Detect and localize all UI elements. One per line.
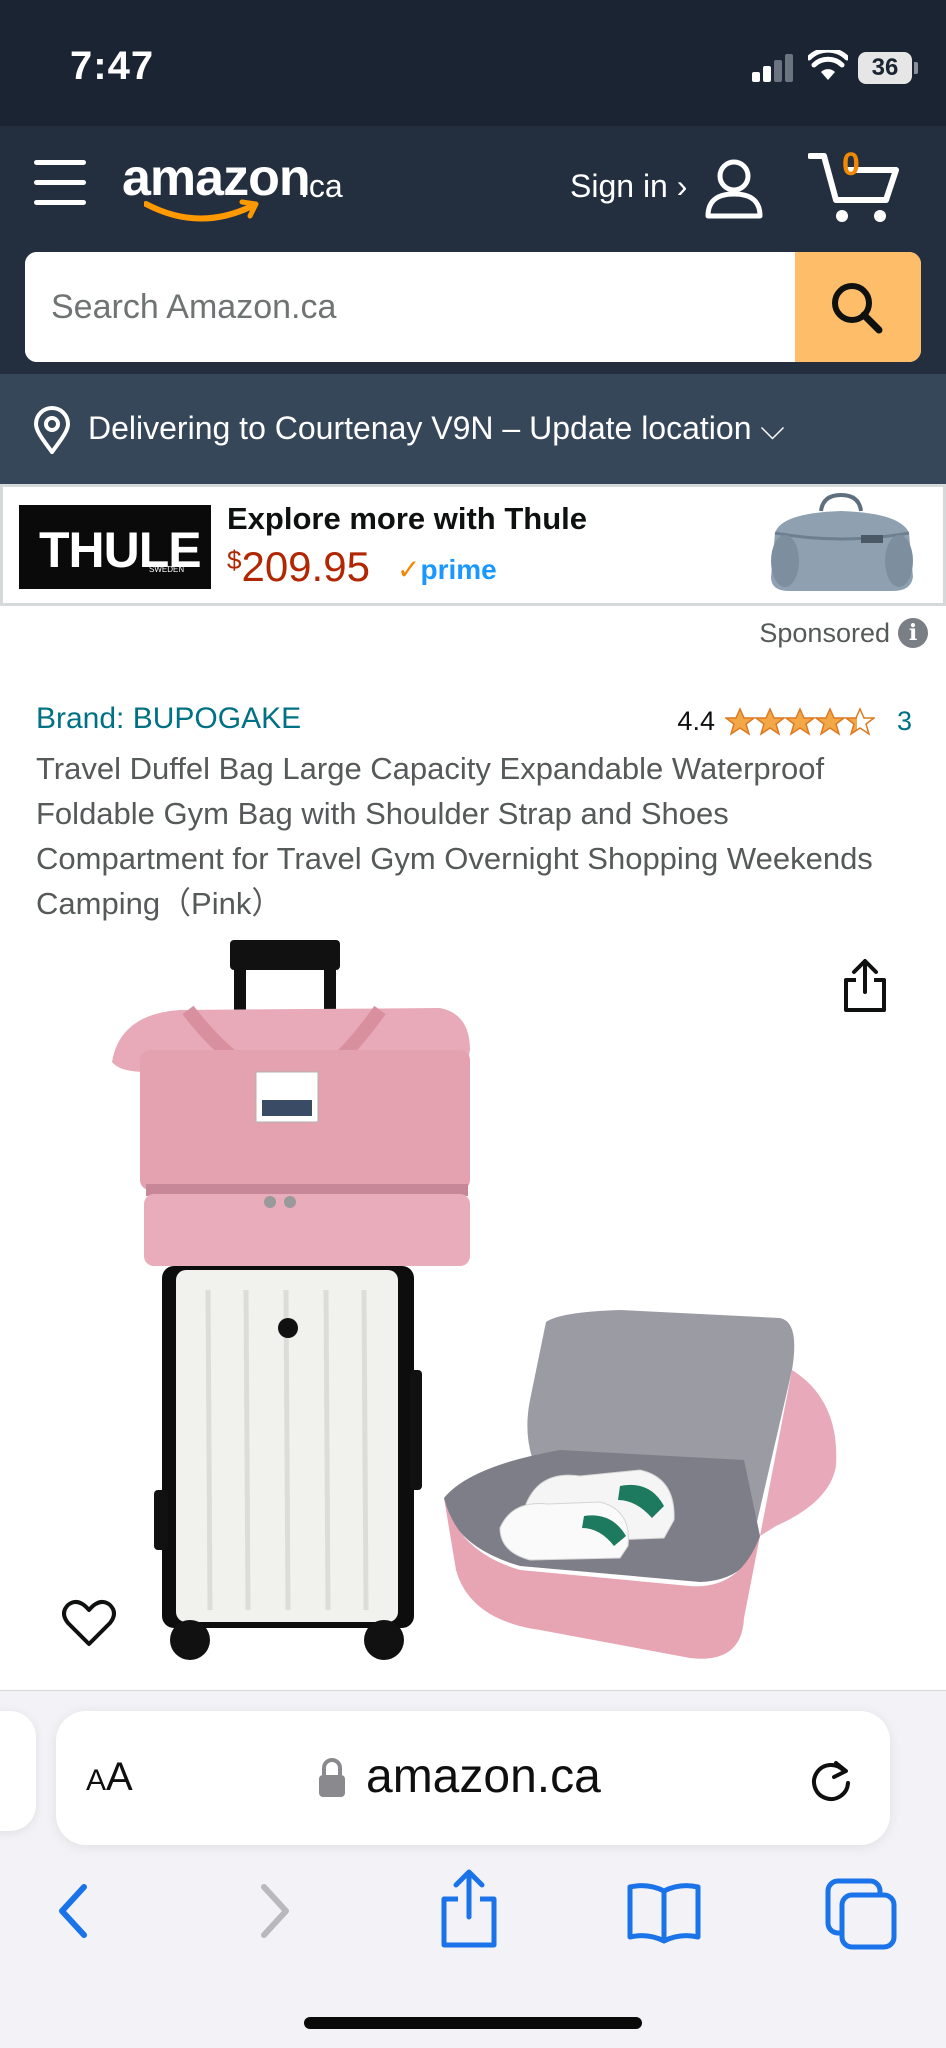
search-input[interactable] bbox=[25, 252, 795, 362]
battery-indicator: 36 bbox=[858, 52, 918, 84]
product-title: Travel Duffel Bag Large Capacity Expanda… bbox=[36, 751, 873, 921]
lock-icon bbox=[319, 1758, 345, 1797]
thule-logo-subtext: SWEDEN bbox=[149, 565, 185, 574]
amazon-header: amazon .ca Sign in › 0 bbox=[0, 126, 946, 374]
url-text: amazon.ca bbox=[366, 1750, 601, 1803]
info-icon[interactable]: i bbox=[898, 618, 928, 648]
star-icon bbox=[844, 706, 875, 736]
thule-logo: THULE SWEDEN bbox=[19, 505, 211, 589]
logo-smile-icon bbox=[144, 199, 259, 222]
ad-price-symbol: $ bbox=[227, 545, 242, 575]
sponsored-label[interactable]: Sponsored i bbox=[759, 618, 928, 649]
bookmarks-icon[interactable] bbox=[624, 1861, 704, 1961]
ad-duffel-bag-image bbox=[771, 492, 913, 591]
reload-icon[interactable] bbox=[806, 1755, 856, 1805]
rating-value: 4.4 bbox=[677, 706, 715, 736]
forward-icon[interactable] bbox=[250, 1861, 300, 1961]
safari-bottom-bar: AA amazon.ca bbox=[0, 1690, 946, 2048]
product-brand-link[interactable]: Brand: BUPOGAKE bbox=[36, 702, 301, 736]
previous-tab-preview[interactable] bbox=[0, 1711, 36, 1831]
heart-wishlist-icon[interactable] bbox=[62, 1598, 116, 1648]
share-icon[interactable] bbox=[842, 958, 888, 1014]
delivery-location-bar[interactable]: Delivering to Courtenay V9N – Update loc… bbox=[0, 374, 946, 484]
location-pin-icon bbox=[33, 406, 71, 454]
page-settings-button[interactable]: AA bbox=[86, 1755, 133, 1800]
home-indicator bbox=[304, 2017, 642, 2029]
prime-label: prime bbox=[420, 554, 497, 585]
prime-badge: ✓prime bbox=[397, 553, 497, 586]
tabs-icon[interactable] bbox=[824, 1861, 900, 1961]
cart-count-badge: 0 bbox=[842, 146, 860, 182]
product-image[interactable] bbox=[0, 930, 946, 1692]
share-page-icon[interactable] bbox=[436, 1861, 502, 1961]
user-account-icon[interactable] bbox=[702, 156, 766, 220]
star-icon bbox=[784, 706, 815, 736]
wifi-icon bbox=[808, 50, 848, 80]
aa-small: A bbox=[86, 1764, 107, 1797]
ad-price: $209.95 bbox=[227, 543, 370, 591]
sponsored-ad-banner[interactable]: THULE SWEDEN Explore more with Thule $20… bbox=[0, 484, 946, 606]
star-icon bbox=[814, 706, 845, 736]
hamburger-menu-icon[interactable] bbox=[34, 160, 88, 206]
ad-price-value: 209.95 bbox=[241, 543, 370, 590]
logo-suffix: .ca bbox=[300, 168, 343, 204]
status-bar: 7:47 36 bbox=[0, 0, 946, 126]
star-icon bbox=[754, 706, 785, 736]
product-rating[interactable]: 4.4 3 bbox=[677, 706, 912, 737]
cellular-signal-icon bbox=[752, 52, 794, 82]
ad-title: Explore more with Thule bbox=[227, 501, 587, 536]
sponsored-text: Sponsored bbox=[759, 618, 890, 648]
amazon-logo[interactable]: amazon .ca bbox=[122, 146, 382, 226]
prime-check-icon: ✓ bbox=[397, 554, 421, 585]
search-bar bbox=[25, 252, 921, 362]
status-time: 7:47 bbox=[70, 44, 155, 88]
star-icon bbox=[724, 706, 755, 736]
rating-stars bbox=[724, 706, 875, 737]
safari-address-bar[interactable]: AA amazon.ca bbox=[56, 1711, 890, 1845]
safari-toolbar bbox=[0, 1861, 946, 1961]
rating-count[interactable]: 3 bbox=[897, 706, 912, 737]
search-button[interactable] bbox=[795, 252, 921, 362]
delivery-location-text: Delivering to Courtenay V9N – Update loc… bbox=[88, 410, 785, 446]
back-icon[interactable] bbox=[48, 1861, 98, 1961]
search-icon bbox=[832, 283, 883, 334]
sign-in-link[interactable]: Sign in › bbox=[570, 168, 687, 205]
aa-big: A bbox=[106, 1755, 133, 1799]
